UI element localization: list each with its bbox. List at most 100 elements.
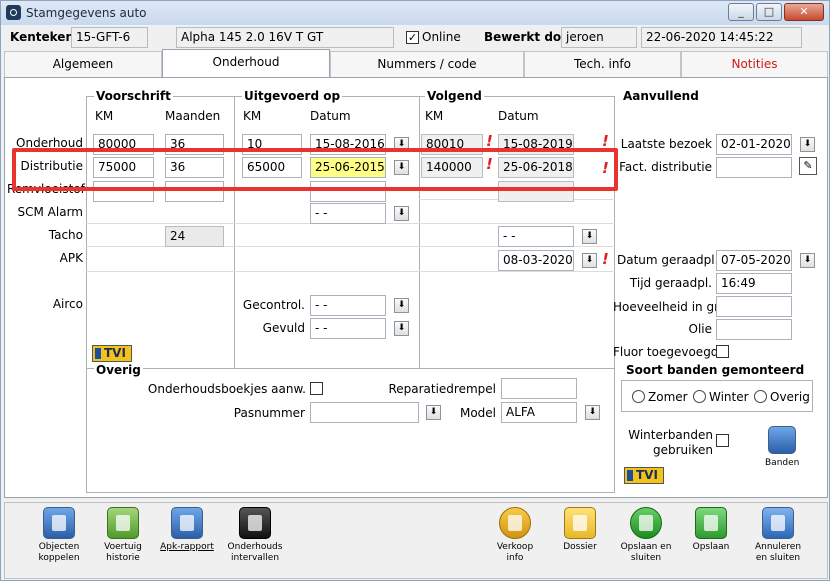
onderhoudsboekjes-label: Onderhoudsboekjes aanw.	[147, 382, 306, 396]
chevron-down-icon[interactable]: ⬇	[394, 298, 409, 313]
gecontrol-field[interactable]: - -	[310, 295, 386, 316]
model-label: Model	[459, 406, 496, 420]
laatste-bezoek-field[interactable]: 02-01-2020	[716, 134, 792, 155]
online-checkbox[interactable]: ✓	[406, 31, 419, 44]
banden-header: Soort banden gemonteerd	[624, 363, 807, 377]
title-bar: Stamgegevens auto _ □ ✕	[1, 1, 829, 25]
chevron-down-icon[interactable]: ⬇	[582, 229, 597, 244]
grid-line	[419, 96, 420, 368]
tvi-logo: TVI	[624, 467, 664, 484]
kenteken-label: Kenteken	[10, 30, 74, 44]
banden-button-label[interactable]: Banden	[765, 458, 799, 468]
model-field[interactable]: ALFA	[501, 402, 577, 423]
info-icon	[239, 507, 271, 539]
onderhouds-intervallen-button[interactable]: Onderhouds intervallen	[221, 507, 289, 564]
radio-overig[interactable]	[754, 390, 767, 403]
maximize-button[interactable]: □	[756, 3, 782, 21]
radio-winter[interactable]	[693, 390, 706, 403]
fact-distributie-field[interactable]	[716, 157, 792, 178]
row-label-scm-alarm: SCM Alarm	[17, 205, 83, 219]
highlight-box	[12, 148, 618, 191]
reparatiedrempel-field[interactable]	[501, 378, 577, 399]
folder-icon	[564, 507, 596, 539]
aanvullend-header: Aanvullend	[621, 89, 701, 103]
volgend-header: Volgend	[425, 89, 484, 103]
col-km: KM	[243, 109, 262, 123]
olie-field[interactable]	[716, 319, 792, 340]
model-field[interactable]: Alpha 145 2.0 16V T GT	[176, 27, 394, 48]
euro-icon	[499, 507, 531, 539]
overig-header: Overig	[94, 363, 143, 377]
chevron-down-icon[interactable]: ⬇	[394, 321, 409, 336]
edit-icon[interactable]: ✎	[799, 157, 817, 175]
tab-nummers-code[interactable]: Nummers / code	[330, 51, 524, 77]
opslaan-button[interactable]: Opslaan	[682, 507, 740, 553]
tab-tech-info[interactable]: Tech. info	[524, 51, 681, 77]
fluor-checkbox[interactable]	[716, 345, 729, 358]
annuleren-en-sluiten-button[interactable]: Annuleren en sluiten	[746, 507, 810, 564]
tijd-geraadpl-label: Tijd geraadpl.	[629, 276, 712, 290]
col-km: KM	[95, 109, 114, 123]
scm-uitgevoerd-datum[interactable]: - -	[310, 203, 386, 224]
tab-algemeen[interactable]: Algemeen	[4, 51, 162, 77]
close-button[interactable]: ✕	[784, 3, 824, 21]
bewerkt-user-field[interactable]: jeroen	[561, 27, 637, 48]
bewerkt-date-field[interactable]: 22-06-2020 14:45:22	[641, 27, 802, 48]
tab-strip: Algemeen Nummers / code Tech. info Notit…	[4, 49, 828, 78]
tab-onderhoud[interactable]: Onderhoud	[162, 49, 330, 78]
opslaan-en-sluiten-button[interactable]: Opslaan en sluiten	[615, 507, 677, 564]
chevron-down-icon[interactable]: ⬇	[800, 137, 815, 152]
tab-notities[interactable]: Notities	[681, 51, 828, 77]
tijd-geraadpl-field[interactable]: 16:49	[716, 273, 792, 294]
voertuig-historie-button[interactable]: Voertuig historie	[94, 507, 152, 564]
tire-icon[interactable]	[768, 426, 796, 454]
chevron-down-icon[interactable]: ⬇	[426, 405, 441, 420]
radio-winter-label: Winter	[709, 390, 749, 404]
grid-line	[86, 271, 615, 272]
col-km: KM	[425, 109, 444, 123]
col-datum: Datum	[498, 109, 539, 123]
datum-geraadpl-field[interactable]: 07-05-2020	[716, 250, 792, 271]
datum-geraadpl-label: Datum geraadpl.	[617, 253, 719, 267]
objecten-icon	[43, 507, 75, 539]
objecten-koppelen-button[interactable]: Objecten koppelen	[30, 507, 88, 564]
verkoop-info-button[interactable]: Verkoop info	[486, 507, 544, 564]
dossier-button[interactable]: Dossier	[551, 507, 609, 553]
minimize-button[interactable]: _	[728, 3, 754, 21]
winterbanden-label: Winterbanden	[628, 428, 713, 442]
pasnummer-field[interactable]	[310, 402, 419, 423]
chevron-down-icon[interactable]: ⬇	[582, 253, 597, 268]
winterbanden-checkbox[interactable]	[716, 434, 729, 447]
undo-icon	[762, 507, 794, 539]
car-icon	[107, 507, 139, 539]
col-maanden: Maanden	[165, 109, 221, 123]
kenteken-field[interactable]: 15-GFT-6	[71, 27, 148, 48]
tacho-volgend-datum[interactable]: - -	[498, 226, 574, 247]
chevron-down-icon[interactable]: ⬇	[394, 206, 409, 221]
apk-volgend-datum[interactable]: 08-03-2020	[498, 250, 574, 271]
hoeveelheid-label: Hoeveelheid in gr.	[613, 300, 722, 314]
document-icon	[171, 507, 203, 539]
radio-zomer-label: Zomer	[648, 390, 688, 404]
row-label-airco: Airco	[52, 297, 83, 311]
radio-overig-label: Overig	[770, 390, 810, 404]
chevron-down-icon[interactable]: ⬇	[585, 405, 600, 420]
radio-zomer[interactable]	[632, 390, 645, 403]
reparatiedrempel-label: Reparatiedrempel	[388, 382, 496, 396]
onderhoudsboekjes-checkbox[interactable]	[310, 382, 323, 395]
uitgevoerd-header: Uitgevoerd op	[242, 89, 343, 103]
grid-line	[86, 492, 615, 493]
chevron-down-icon[interactable]: ⬇	[800, 253, 815, 268]
gevuld-field[interactable]: - -	[310, 318, 386, 339]
app-icon	[6, 5, 21, 20]
tvi-logo: TVI	[92, 345, 132, 362]
row-label-tacho: Tacho	[48, 228, 83, 242]
warning-icon: !	[602, 250, 609, 268]
fluor-label: Fluor toegevoegd	[613, 345, 719, 359]
apk-rapport-button[interactable]: Apk-rapport	[158, 507, 216, 553]
hoeveelheid-field[interactable]	[716, 296, 792, 317]
check-icon	[630, 507, 662, 539]
tacho-voorschrift-maanden[interactable]: 24	[165, 226, 224, 247]
online-label: Online	[422, 30, 461, 44]
warning-icon: !	[486, 132, 493, 150]
